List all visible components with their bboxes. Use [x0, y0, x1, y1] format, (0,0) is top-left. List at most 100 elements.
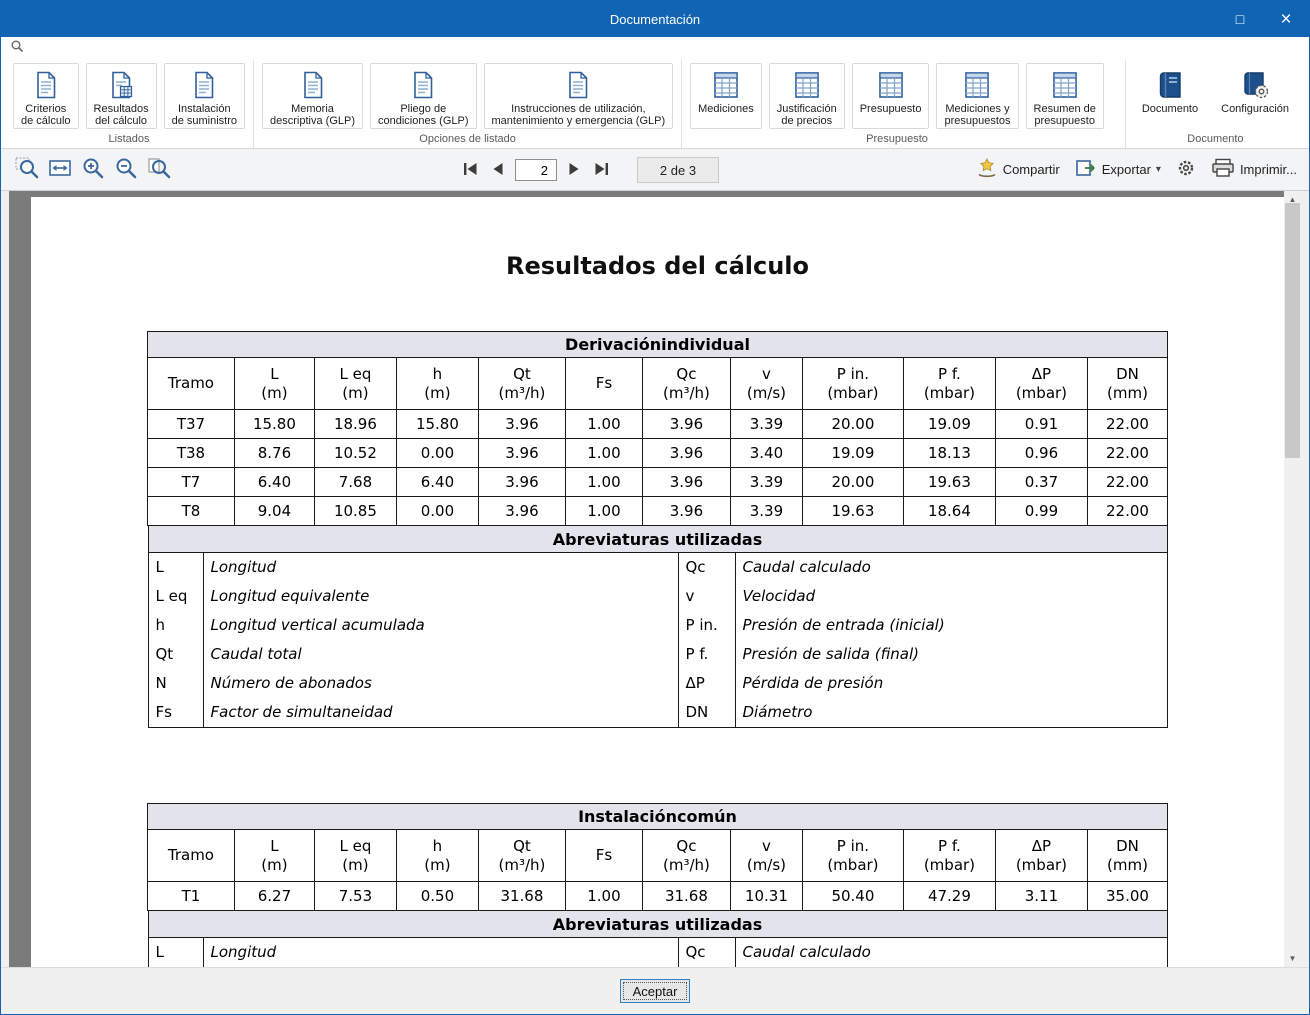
ribbon-item-mediciones-y-presupuestos[interactable]: Mediciones y presupuestos	[936, 63, 1019, 129]
ribbon-item-instalacion-de-suministro[interactable]: Instalación de suministro	[163, 63, 246, 129]
next-page-icon	[566, 161, 582, 180]
column-header: Qc (m³/h)	[641, 357, 731, 410]
ribbon-item-label: Resultados del cálculo	[93, 103, 149, 127]
scrollbar-thumb[interactable]	[1285, 203, 1300, 458]
maximize-button[interactable]: □	[1217, 1, 1263, 37]
column-header: Tramo	[146, 357, 235, 410]
document-section-1: Derivaciónindividual Tramo L (m) L eq (m) h …	[31, 331, 1284, 728]
table-cell: 3.39	[729, 496, 803, 526]
column-header: L eq (m)	[313, 357, 397, 410]
abbr-key: v	[685, 587, 695, 605]
column-header: DN (mm)	[1086, 357, 1169, 410]
column-header: Qt (m³/h)	[477, 357, 566, 410]
fit-width-button[interactable]	[46, 156, 74, 184]
abbr-description: Caudal total	[210, 645, 302, 663]
table-cell: 15.80	[233, 409, 315, 439]
table-cell: 19.09	[801, 438, 904, 468]
share-button[interactable]: Compartir	[976, 158, 1060, 181]
abbr-key: L	[155, 558, 164, 576]
export-icon	[1075, 158, 1097, 181]
document-title: Resultados del cálculo	[505, 252, 810, 280]
table-cell: 1.00	[564, 467, 643, 497]
accept-button[interactable]: Aceptar	[620, 979, 690, 1003]
table-title: Derivaciónindividual	[146, 331, 1169, 358]
ribbon-item-resultados-del-calculo[interactable]: Resultados del cálculo	[85, 63, 157, 129]
mediciones-sheet-icon	[711, 67, 741, 103]
table-cell: 31.68	[641, 881, 731, 911]
ribbon-item-memoria-descriptiva-glp[interactable]: Memoria descriptiva (GLP)	[262, 63, 363, 129]
zoom-out-button[interactable]	[112, 156, 140, 184]
abbr-desc-column-left: Longitud	[204, 938, 679, 967]
table-cell: 50.40	[801, 881, 904, 911]
close-button[interactable]: ×	[1263, 1, 1309, 37]
table-row: T7 6.40 7.68 6.40 3.96 1.00 3.96 3.39 20.00 19.63…	[146, 467, 1169, 497]
first-page-button[interactable]	[459, 159, 481, 181]
table-cell: 6.40	[395, 467, 479, 497]
document-area: Resultados del cálculo Derivaciónindivid…	[9, 191, 1301, 967]
previous-page-button[interactable]	[487, 159, 509, 181]
table-cell: T38	[146, 438, 235, 468]
column-header: h (m)	[395, 357, 479, 410]
last-page-button[interactable]	[591, 159, 613, 181]
ribbon-item-pliego-de-condiciones-glp[interactable]: Pliego de condiciones (GLP)	[370, 63, 477, 129]
vertical-scrollbar[interactable]: ▲ ▼	[1284, 191, 1301, 967]
page-number-input[interactable]	[515, 159, 557, 181]
abbr-desc-column-right: Caudal calculado Velocidad Presión de entr…	[736, 553, 1167, 727]
ribbon-item-documento[interactable]: Documento	[1133, 63, 1207, 129]
view-settings-button[interactable]	[1176, 158, 1196, 181]
ribbon-item-label: Documento	[1141, 103, 1199, 115]
ribbon-item-mediciones[interactable]: Mediciones	[690, 63, 762, 129]
table-cell: 10.31	[729, 881, 803, 911]
table-cell: T7	[146, 467, 235, 497]
ribbon-item-resumen-de-presupuesto[interactable]: Resumen de presupuesto	[1025, 63, 1104, 129]
search-bar[interactable]	[1, 37, 1309, 59]
ribbon-item-label: Justificación de precios	[776, 103, 837, 127]
print-button[interactable]: Imprimir...	[1211, 158, 1297, 181]
document-page: Resultados del cálculo Derivaciónindivid…	[31, 197, 1284, 967]
presupuesto-sheet-icon	[876, 67, 906, 103]
next-page-button[interactable]	[563, 159, 585, 181]
table-cell: 0.99	[994, 496, 1088, 526]
table-cell: 15.80	[395, 409, 479, 439]
ribbon-group-4: Documento Configuración Documento	[1124, 59, 1305, 148]
scroll-down-button[interactable]: ▼	[1284, 950, 1301, 967]
zoom-in-button[interactable]	[79, 156, 107, 184]
column-header: ΔP (mbar)	[994, 829, 1088, 882]
abbreviations-block: Abreviaturas utilizadas L Longitud Qc Caudal…	[147, 910, 1168, 967]
abbr-key: N	[155, 674, 167, 692]
table-cell: 3.96	[477, 409, 566, 439]
zoom-window-button[interactable]	[13, 156, 41, 184]
zoom-page-button[interactable]	[145, 156, 173, 184]
column-header: Qc (m³/h)	[641, 829, 731, 882]
table-cell: T1	[146, 881, 235, 911]
share-label: Compartir	[1002, 162, 1060, 177]
export-button[interactable]: Exportar ▾	[1075, 158, 1161, 181]
zoom-tools	[13, 156, 173, 184]
column-header: P in. (mbar)	[801, 357, 904, 410]
table-cell: 19.63	[902, 467, 996, 497]
ribbon-item-label: Criterios de cálculo	[21, 103, 71, 127]
share-icon	[976, 158, 998, 181]
ribbon-group-2: Memoria descriptiva (GLP) Pliego de condi…	[253, 59, 681, 148]
abbr-key: DN	[685, 703, 709, 721]
table-cell: T8	[146, 496, 235, 526]
abbr-key: Qc	[685, 943, 706, 961]
close-icon: ×	[1280, 8, 1292, 30]
table-cell: 20.00	[801, 409, 904, 439]
document-section-2: Instalacióncomún Tramo L (m) L eq (m) h (m) Q…	[31, 803, 1284, 967]
abbr-desc-column-left: Longitud Longitud equivalente Longitud ver…	[204, 553, 679, 727]
abbr-key: Qc	[685, 558, 706, 576]
column-header: L eq (m)	[313, 829, 397, 882]
abbr-key: ΔP	[685, 674, 705, 692]
abbr-key: P f.	[685, 645, 709, 663]
table-cell: 3.96	[641, 409, 731, 439]
ribbon-item-instrucciones-glp[interactable]: Instrucciones de utilización, mantenimie…	[483, 63, 674, 129]
zoom-window-icon	[14, 155, 40, 184]
table-header-row: Tramo L (m) L eq (m) h (m) Qt (m³/h) Fs Qc (m³…	[146, 357, 1169, 410]
table-cell: 1.00	[564, 409, 643, 439]
ribbon-item-configuracion[interactable]: Configuración	[1213, 63, 1297, 129]
ribbon-item-criterios-de-calculo[interactable]: Criterios de cálculo	[13, 63, 79, 129]
ribbon-item-presupuesto[interactable]: Presupuesto	[851, 63, 930, 129]
abbr-description: Caudal calculado	[742, 558, 871, 576]
ribbon-item-justificacion-de-precios[interactable]: Justificación de precios	[768, 63, 845, 129]
